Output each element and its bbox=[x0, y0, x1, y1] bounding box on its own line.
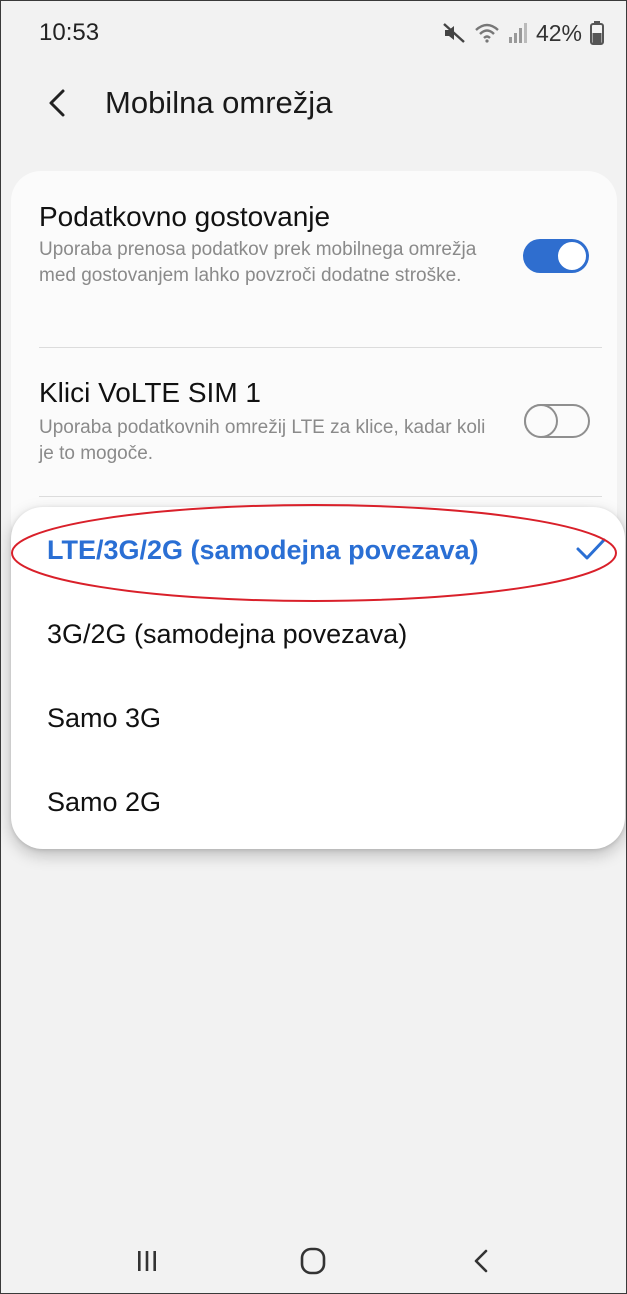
setting-description: Uporaba podatkovnih omrežij LTE za klice… bbox=[39, 417, 486, 464]
network-mode-dropdown: LTE/3G/2G (samodejna povezava) 3G/2G (sa… bbox=[11, 507, 625, 849]
option-label: 3G/2G (samodejna povezava) bbox=[47, 619, 408, 649]
phone-screen: 10:53 42% Mobilna omrežja Podatkovno gos… bbox=[0, 0, 627, 1294]
settings-card: Podatkovno gostovanje Uporaba prenosa po… bbox=[11, 171, 617, 551]
toggle-knob bbox=[524, 404, 558, 438]
network-mode-option-3g-2g[interactable]: 3G/2G (samodejna povezava) bbox=[11, 593, 625, 679]
toggle-knob bbox=[557, 241, 587, 271]
page-title: Mobilna omrežja bbox=[105, 85, 333, 120]
option-label: Samo 2G bbox=[47, 787, 162, 817]
status-bar: 10:53 42% bbox=[1, 1, 626, 71]
setting-data-roaming[interactable]: Podatkovno gostovanje Uporaba prenosa po… bbox=[11, 171, 617, 347]
setting-volte[interactable]: Klici VoLTE SIM 1 Uporaba podatkovnih om… bbox=[11, 348, 617, 498]
mute-icon bbox=[442, 22, 466, 44]
app-header: Mobilna omrežja bbox=[1, 73, 626, 143]
status-time: 10:53 bbox=[39, 19, 100, 46]
network-mode-option-2g-only[interactable]: Samo 2G bbox=[11, 761, 625, 847]
battery-icon bbox=[590, 21, 604, 45]
back-icon bbox=[472, 1248, 490, 1279]
network-mode-option-lte-3g-2g[interactable]: LTE/3G/2G (samodejna povezava) bbox=[11, 509, 625, 595]
recent-apps-icon bbox=[136, 1249, 158, 1278]
option-label: LTE/3G/2G (samodejna povezava) bbox=[47, 535, 479, 565]
option-label: Samo 3G bbox=[47, 703, 162, 733]
signal-icon bbox=[508, 22, 528, 44]
status-icons: 42% bbox=[442, 18, 604, 48]
setting-description: Uporaba prenosa podatkov prek mobilnega … bbox=[39, 239, 477, 286]
nav-back-button[interactable] bbox=[451, 1241, 511, 1285]
navigation-bar bbox=[1, 1233, 626, 1293]
volte-toggle[interactable] bbox=[524, 404, 590, 438]
network-mode-option-3g-only[interactable]: Samo 3G bbox=[11, 677, 625, 763]
recent-apps-button[interactable] bbox=[117, 1241, 177, 1285]
divider bbox=[39, 496, 602, 497]
battery-percentage: 42% bbox=[535, 19, 582, 46]
home-button[interactable] bbox=[283, 1241, 343, 1285]
setting-title: Podatkovno gostovanje bbox=[39, 201, 331, 232]
back-button[interactable] bbox=[39, 83, 75, 127]
home-icon bbox=[300, 1247, 326, 1280]
wifi-icon bbox=[474, 22, 500, 44]
setting-title: Klici VoLTE SIM 1 bbox=[39, 377, 262, 408]
checkmark-icon bbox=[575, 535, 607, 565]
chevron-left-icon bbox=[47, 88, 67, 123]
data-roaming-toggle[interactable] bbox=[523, 239, 589, 273]
